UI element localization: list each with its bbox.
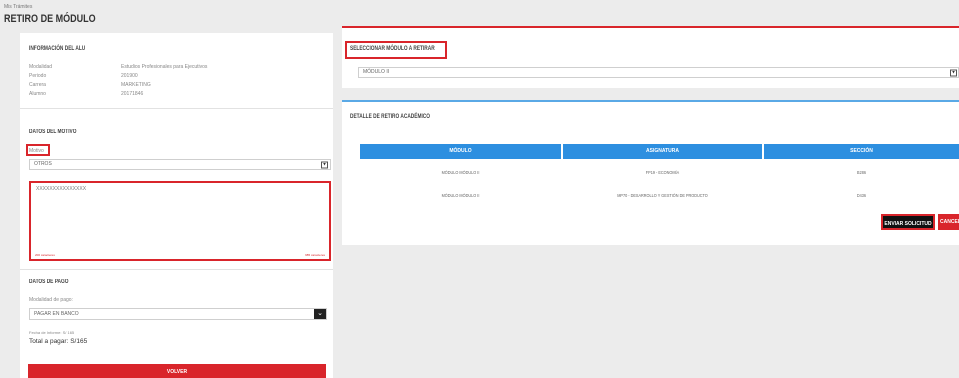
table-header-modulo: MÓDULO bbox=[360, 144, 561, 159]
divider bbox=[20, 108, 333, 109]
select-module-panel: SELECCIONAR MÓDULO A RETIRAR MÓDULO II ▾ bbox=[342, 26, 959, 88]
pago-select-value: PAGAR EN BANCO bbox=[34, 311, 79, 317]
total-a-pagar: Total a pagar: S/165 bbox=[29, 338, 88, 345]
info-row-modalidad: Modalidad Estudios Profesionales para Ej… bbox=[29, 64, 207, 70]
info-row-carrera: Carrera MARKETING bbox=[29, 82, 151, 88]
char-counter-left: 200 caracteres bbox=[35, 253, 55, 257]
divider bbox=[20, 269, 333, 270]
table-cell: FP19 - ECONOMÍA bbox=[645, 170, 680, 175]
table-header-asignatura: ASIGNATURA bbox=[563, 144, 762, 159]
info-value: 201900 bbox=[121, 73, 138, 79]
motivo-select[interactable]: OTROS ▾ bbox=[29, 159, 331, 170]
motivo-textarea[interactable]: XXXXXXXXXXXXXXX 200 caracteres 985 carac… bbox=[29, 181, 331, 261]
motivo-textarea-text: XXXXXXXXXXXXXXX bbox=[36, 186, 87, 192]
table-header-seccion: SECCIÓN bbox=[764, 144, 959, 159]
chevron-down-icon[interactable]: ⌄ bbox=[314, 309, 326, 319]
breadcrumb: Mis Trámites bbox=[4, 4, 33, 10]
cancelar-button[interactable]: CANCELAR bbox=[938, 214, 959, 230]
info-row-periodo: Periodo 201900 bbox=[29, 73, 138, 79]
table-cell: D436 bbox=[856, 193, 867, 198]
pago-section-title: DATOS DE PAGO bbox=[29, 279, 69, 285]
pago-label: Modalidad de pago: bbox=[29, 297, 73, 303]
info-row-alumno: Alumno 20171846 bbox=[29, 91, 143, 97]
detalle-title: DETALLE DE RETIRO ACADÉMICO bbox=[350, 114, 430, 120]
table-cell: MP70 - DESARROLLO Y GESTIÓN DE PRODUCTO bbox=[617, 193, 708, 198]
volver-button[interactable]: VOLVER bbox=[28, 364, 326, 378]
enviar-solicitud-button[interactable]: ENVIAR SOLICITUD bbox=[881, 214, 935, 230]
page-title: RETIRO DE MÓDULO bbox=[4, 13, 96, 25]
detalle-panel: DETALLE DE RETIRO ACADÉMICO MÓDULO ASIGN… bbox=[342, 100, 959, 245]
info-label: Carrera bbox=[29, 82, 46, 88]
motivo-select-value: OTROS bbox=[34, 161, 52, 167]
info-label: Modalidad bbox=[29, 64, 53, 70]
table-cell: B286 bbox=[857, 170, 866, 175]
chevron-down-icon[interactable]: ▾ bbox=[321, 161, 328, 168]
chevron-down-icon[interactable]: ▾ bbox=[950, 69, 957, 76]
left-panel: INFORMACIÓN DEL ALU Modalidad Estudios P… bbox=[20, 33, 333, 378]
info-value: 20171846 bbox=[121, 91, 144, 97]
motivo-label: Motivo bbox=[29, 148, 44, 154]
info-value: Estudios Profesionales para Ejecutivos bbox=[121, 64, 208, 70]
select-module-title: SELECCIONAR MÓDULO A RETIRAR bbox=[350, 46, 435, 52]
info-value: MARKETING bbox=[121, 82, 151, 88]
char-counter-right: 985 caracteres bbox=[305, 253, 325, 257]
info-label: Alumno bbox=[29, 91, 46, 97]
table-cell: MÓDULO MÓDULO II bbox=[441, 170, 480, 175]
info-section-title: INFORMACIÓN DEL ALU bbox=[29, 46, 86, 52]
module-select-value: MÓDULO II bbox=[363, 69, 390, 75]
info-label: Periodo bbox=[29, 73, 47, 79]
motivo-section-title: DATOS DEL MOTIVO bbox=[29, 129, 77, 135]
table-cell: MÓDULO MÓDULO II bbox=[441, 193, 480, 198]
module-select[interactable]: MÓDULO II ▾ bbox=[358, 67, 959, 78]
pago-select[interactable]: PAGAR EN BANCO ⌄ bbox=[29, 308, 327, 320]
fecha-informe: Fecha de Informe: S/ 165 bbox=[29, 330, 75, 335]
